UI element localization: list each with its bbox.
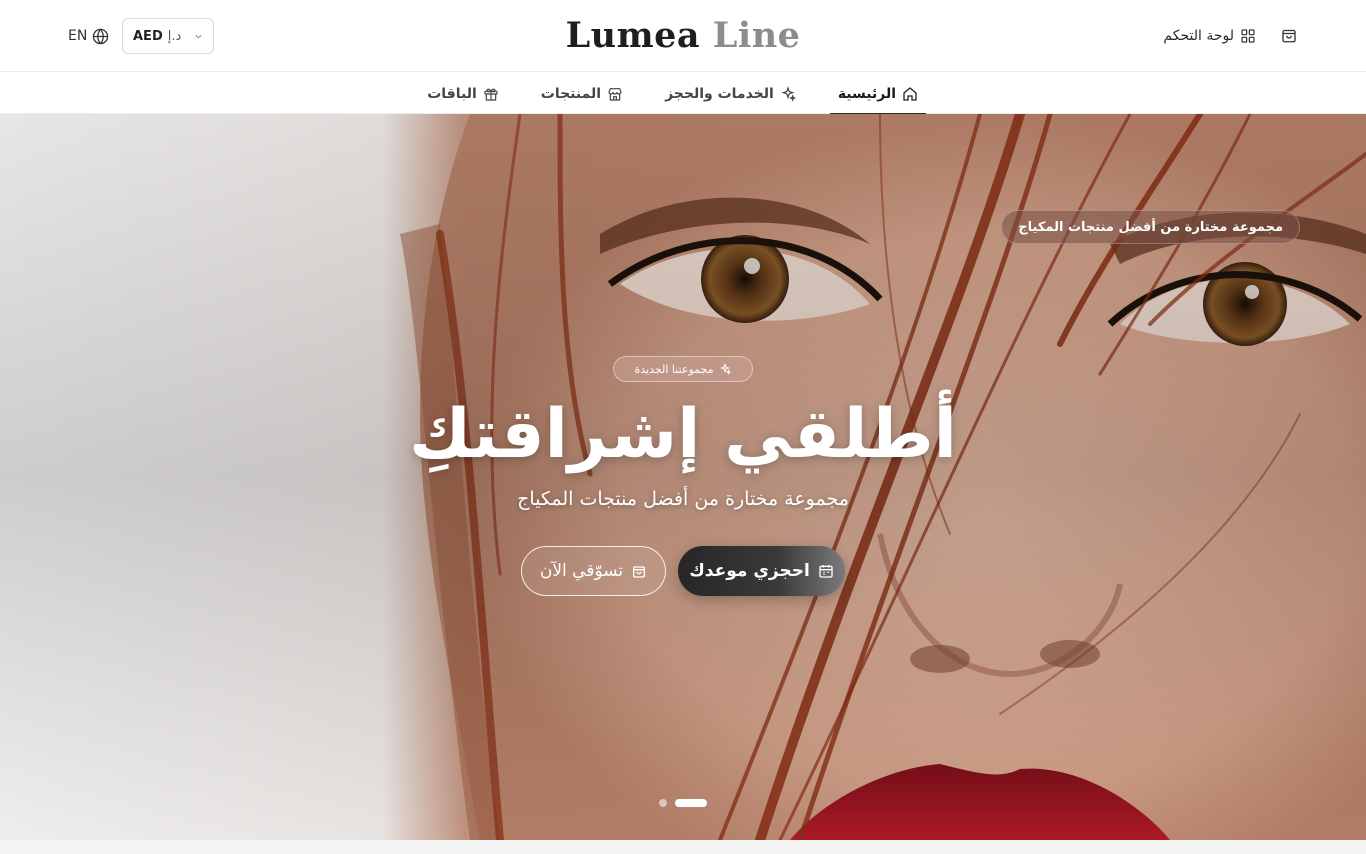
dashboard-label: لوحة التحكم	[1163, 28, 1234, 44]
gift-icon	[484, 88, 498, 101]
slider-dot[interactable]	[659, 799, 667, 807]
shopping-bag-icon	[633, 566, 646, 578]
nav-item-packages[interactable]: الباقات	[419, 73, 507, 114]
hero-tag-text: مجموعة مختارة من أفضل منتجات المكياج	[1018, 219, 1283, 235]
nav-item-label: الرئيسية	[837, 85, 896, 102]
hero-slider: مجموعة مختارة من أفضل منتجات المكياج مجم…	[0, 114, 1366, 840]
shopping-bag-icon	[1282, 29, 1296, 43]
store-icon	[608, 87, 622, 101]
grid-icon	[1241, 29, 1255, 43]
new-collection-label: مجموعتنا الجديدة	[634, 362, 714, 376]
logo-word-1: Lumea	[565, 15, 701, 56]
cart-button[interactable]	[1280, 26, 1298, 46]
calendar-icon	[819, 565, 833, 578]
top-header: EN AED د.إ Lumea Line لوحة التحكم	[0, 0, 1366, 72]
slider-dot-active[interactable]	[675, 799, 707, 807]
nav-item-label: الخدمات والحجز	[665, 85, 774, 102]
hero-headline: أطلقي إشراقتكِ	[409, 395, 957, 474]
slider-dots	[659, 799, 707, 807]
hero-subtitle: مجموعة مختارة من أفضل منتجات المكياج	[517, 488, 849, 510]
nav-item-label: الباقات	[427, 85, 477, 102]
book-appointment-button[interactable]: احجزي موعدك	[678, 546, 845, 596]
home-icon	[903, 86, 917, 101]
sparkles-icon	[720, 363, 732, 375]
brand-logo[interactable]: Lumea Line	[0, 14, 1366, 58]
nav-item-home[interactable]: الرئيسية	[829, 73, 927, 115]
new-collection-pill: مجموعتنا الجديدة	[613, 356, 753, 382]
dashboard-link[interactable]: لوحة التحكم	[1163, 24, 1256, 48]
sparkles-icon	[781, 85, 796, 102]
shop-now-label: تسوّقي الآن	[539, 561, 624, 581]
logo-word-2: Line	[712, 15, 801, 56]
main-nav: الرئيسية الخدمات والحجز المنتجات الباقات	[0, 73, 1366, 115]
nav-item-services[interactable]: الخدمات والحجز	[657, 73, 804, 114]
nav-item-products[interactable]: المنتجات	[533, 73, 631, 114]
nav-item-label: المنتجات	[540, 85, 602, 102]
hero-tag-badge: مجموعة مختارة من أفضل منتجات المكياج	[1001, 210, 1300, 244]
book-appointment-label: احجزي موعدك	[689, 561, 810, 581]
nav-tabs: الرئيسية الخدمات والحجز المنتجات الباقات	[427, 73, 927, 115]
next-section-edge	[0, 840, 1366, 854]
shop-now-button[interactable]: تسوّقي الآن	[521, 546, 666, 596]
